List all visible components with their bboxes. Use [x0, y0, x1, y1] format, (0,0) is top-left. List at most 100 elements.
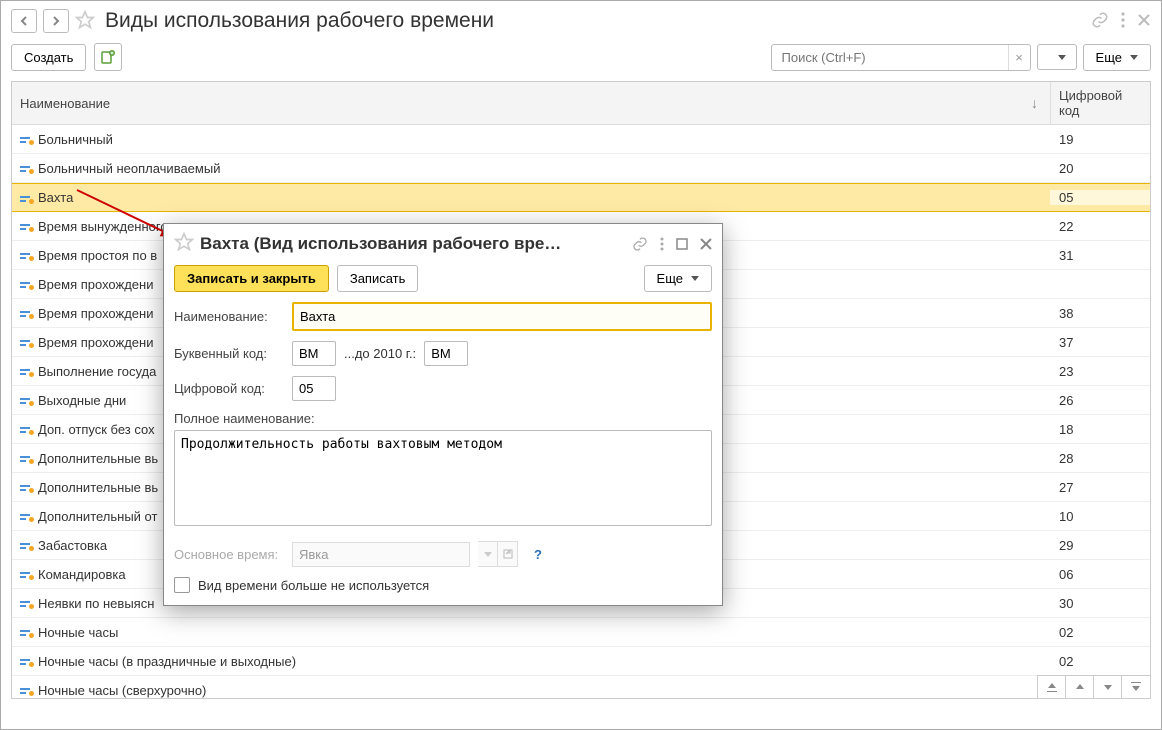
row-icon: [12, 366, 34, 376]
row-icon: [12, 308, 34, 318]
row-icon: [12, 250, 34, 260]
row-icon: [12, 337, 34, 347]
row-icon: [12, 453, 34, 463]
search-input[interactable]: [771, 44, 1031, 71]
dialog-more-button[interactable]: Еще: [644, 265, 712, 292]
row-icon: [12, 279, 34, 289]
dialog-toolbar: Записать и закрыть Записать Еще: [164, 259, 722, 302]
row-icon: [12, 221, 34, 231]
dialog-body: Наименование: Буквенный код: ...до 2010 …: [164, 302, 722, 605]
name-input[interactable]: [292, 302, 712, 331]
label-letter-code: Буквенный код:: [174, 346, 284, 361]
row-icon: [12, 424, 34, 434]
row-code: 19: [1050, 132, 1150, 147]
nav-down-button[interactable]: [1094, 676, 1122, 698]
row-icon: [12, 627, 34, 637]
close-icon[interactable]: [1137, 13, 1151, 30]
search-clear-button[interactable]: ×: [1008, 45, 1030, 70]
row-code: 29: [1050, 538, 1150, 553]
row-icon: [12, 395, 34, 405]
letter-code-input[interactable]: [292, 341, 336, 366]
toolbar: Создать × Еще: [1, 39, 1161, 81]
row-code: 31: [1050, 248, 1150, 263]
row-icon: [12, 193, 34, 203]
row-name: Ночные часы (в праздничные и выходные): [34, 654, 1050, 669]
nav-first-button[interactable]: [1038, 676, 1066, 698]
dialog-kebab-icon[interactable]: [660, 237, 664, 251]
table-row[interactable]: Ночные часы (сверхурочно)02: [12, 676, 1150, 699]
row-icon: [12, 134, 34, 144]
base-time-select: Явка: [292, 542, 470, 567]
base-time-open-icon: [498, 541, 518, 567]
search-field-wrap: ×: [771, 44, 1031, 71]
row-code: 02: [1050, 625, 1150, 640]
favorite-star-icon[interactable]: [75, 10, 95, 33]
edit-dialog: Вахта (Вид использования рабочего вре… З…: [163, 223, 723, 606]
row-icon: [12, 163, 34, 173]
save-button[interactable]: Записать: [337, 265, 419, 292]
not-used-checkbox[interactable]: [174, 577, 190, 593]
help-icon[interactable]: ?: [534, 547, 542, 562]
table-row[interactable]: Больничный19: [12, 125, 1150, 154]
search-button[interactable]: [1037, 44, 1077, 70]
row-icon: [12, 685, 34, 695]
titlebar: Виды использования рабочего времени: [1, 1, 1161, 39]
row-code: 27: [1050, 480, 1150, 495]
row-name: Ночные часы: [34, 625, 1050, 640]
nav-up-button[interactable]: [1066, 676, 1094, 698]
dialog-link-icon[interactable]: [632, 236, 648, 252]
row-name: Больничный неоплачиваемый: [34, 161, 1050, 176]
letter-code-2010-input[interactable]: [424, 341, 468, 366]
row-code: 05: [1050, 190, 1150, 205]
table-row[interactable]: Ночные часы (в праздничные и выходные)02: [12, 647, 1150, 676]
label-not-used: Вид времени больше не используется: [198, 578, 429, 593]
create-button[interactable]: Создать: [11, 44, 86, 71]
more-button-label: Еще: [1096, 50, 1122, 65]
nav-forward-button[interactable]: [43, 9, 69, 33]
row-name: Больничный: [34, 132, 1050, 147]
digit-code-input[interactable]: [292, 376, 336, 401]
full-name-textarea[interactable]: [174, 430, 712, 526]
sort-down-icon: ↓: [1031, 95, 1038, 111]
save-close-button[interactable]: Записать и закрыть: [174, 265, 329, 292]
create-copy-button[interactable]: [94, 43, 122, 71]
row-code: 10: [1050, 509, 1150, 524]
link-icon[interactable]: [1091, 11, 1109, 32]
table-row[interactable]: Ночные часы02: [12, 618, 1150, 647]
more-button[interactable]: Еще: [1083, 44, 1151, 71]
label-digit-code: Цифровой код:: [174, 381, 284, 396]
row-code: 02: [1050, 654, 1150, 669]
base-time-dropdown-icon: [478, 541, 498, 567]
nav-last-button[interactable]: [1122, 676, 1150, 698]
nav-back-button[interactable]: [11, 9, 37, 33]
row-code: 23: [1050, 364, 1150, 379]
row-code: 38: [1050, 306, 1150, 321]
dialog-titlebar: Вахта (Вид использования рабочего вре…: [164, 224, 722, 259]
table-row[interactable]: Вахта05: [12, 183, 1150, 212]
label-base-time: Основное время:: [174, 547, 284, 562]
dialog-title: Вахта (Вид использования рабочего вре…: [200, 234, 626, 254]
column-header-code[interactable]: Цифровой код: [1050, 82, 1150, 124]
row-code: 28: [1050, 451, 1150, 466]
dialog-maximize-icon[interactable]: [676, 238, 688, 250]
kebab-menu-icon[interactable]: [1121, 12, 1125, 31]
dialog-close-icon[interactable]: [700, 238, 712, 250]
row-name: Вахта: [34, 190, 1050, 205]
label-name: Наименование:: [174, 309, 284, 324]
row-icon: [12, 482, 34, 492]
row-icon: [12, 511, 34, 521]
row-name: Ночные часы (сверхурочно): [34, 683, 1050, 698]
page-title: Виды использования рабочего времени: [105, 9, 494, 33]
label-before-2010: ...до 2010 г.:: [344, 346, 416, 361]
table-header: Наименование ↓ Цифровой код: [12, 82, 1150, 125]
row-code: 22: [1050, 219, 1150, 234]
table-row[interactable]: Больничный неоплачиваемый20: [12, 154, 1150, 183]
table-nav: [1037, 675, 1150, 698]
column-header-name[interactable]: Наименование ↓: [12, 82, 1050, 124]
dialog-favorite-icon[interactable]: [174, 232, 194, 255]
row-icon: [12, 598, 34, 608]
row-code: 20: [1050, 161, 1150, 176]
row-icon: [12, 540, 34, 550]
row-code: 26: [1050, 393, 1150, 408]
row-code: 18: [1050, 422, 1150, 437]
